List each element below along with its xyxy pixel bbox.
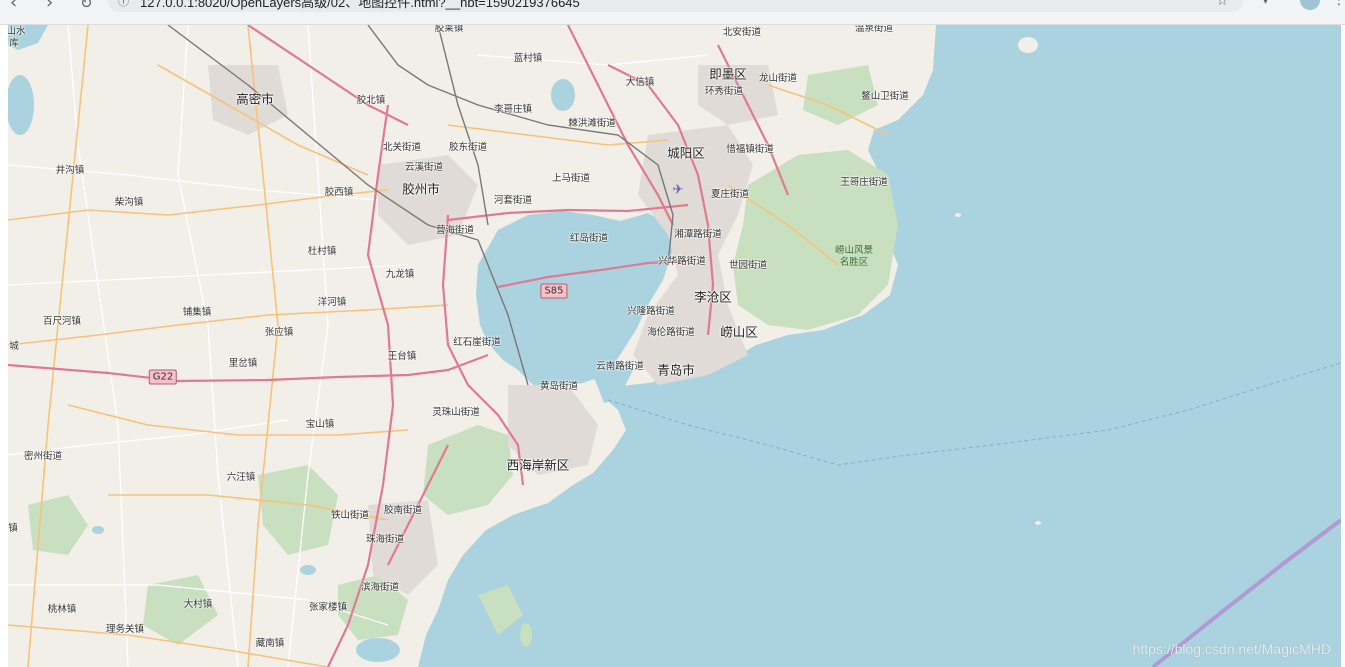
place-label-wangtai: 王台镇 [387,351,417,362]
place-label-zhangjialou: 张家楼镇 [308,602,348,613]
browser-toolbar: ‹ › ↻ ⓘ 127.0.0.1:8020/OpenLayers高级/02、地… [0,0,1345,25]
island [520,623,532,647]
place-label-laoshanpark: 崂山风景 名胜区 [834,245,874,268]
place-label-beiguan: 北关街道 [382,142,422,153]
place-label-chengyang: 城阳区 [667,145,705,161]
place-label-dacun: 大村镇 [183,599,213,610]
place-label-yunnan: 云南路街道 [596,361,644,372]
place-label-lanxin: 蓝村镇 [513,53,543,64]
place-label-hongdao: 红岛街道 [569,233,609,244]
place-label-puji: 铺集镇 [182,307,212,318]
place-label-gaomi: 高密市 [236,91,274,107]
place-label-mizhou: 密州街道 [23,451,63,462]
reload-icon[interactable]: ↻ [80,0,93,12]
address-bar-url[interactable]: 127.0.0.1:8020/OpenLayers高级/02、地图控件.html… [140,0,580,11]
extension-icon[interactable]: ▾ [1262,0,1269,8]
lake [551,79,575,111]
place-label-ligezhuang: 李哥庄镇 [493,104,533,115]
place-label-licang: 李沧区 [694,289,732,305]
bookmark-star-icon[interactable]: ☆ [1216,0,1229,9]
place-label-laoshan: 崂山区 [720,324,758,340]
place-label-wanggezhuang: 王哥庄街道 [840,177,888,188]
place-label-xihaian: 西海岸新区 [506,457,570,473]
place-label-ku: 库 [9,38,19,49]
place-label-shiyuan: 世园街道 [728,260,768,271]
place-label-jiaobei: 胶北镇 [356,95,386,106]
place-label-longshan: 龙山街道 [758,73,798,84]
lake [356,638,400,662]
place-label-aoshanwei: 鳌山卫街道 [861,91,909,102]
place-label-chaigou: 柴沟镇 [114,197,144,208]
place-label-hetao: 河套街道 [493,195,533,206]
island [1018,37,1038,53]
place-label-xiazhuang: 夏庄街道 [710,189,750,200]
place-label-daxin: 大信镇 [625,77,655,88]
place-label-xinghua: 兴华路街道 [658,256,706,267]
place-label-yangkou: 洋河镇 [317,297,347,308]
place-label-liwuguan: 理务关镇 [105,624,145,635]
road-shield-s85: S85 [540,283,568,299]
place-label-yunxi: 云溪街道 [404,162,444,173]
place-label-licha: 里岔镇 [228,358,258,369]
place-label-zhuhai: 珠海街道 [365,534,405,545]
back-arrow-icon[interactable]: ‹ [10,0,17,12]
place-label-zhangying: 张应镇 [264,327,294,338]
place-label-jinggou: 井沟镇 [55,165,85,176]
place-label-xiangtan: 湘潭路街道 [674,229,722,240]
place-label-jiaonan: 胶南街道 [383,505,423,516]
place-label-hongshiya: 红石崖街道 [453,337,501,348]
place-label-wenquan: 温泉街道 [854,25,894,34]
place-label-hailun: 海伦路街道 [647,327,695,338]
place-label-dujia: 杜村镇 [307,246,337,257]
place-label-jiaozhou: 胶州市 [402,181,440,197]
place-label-liuwang: 六汪镇 [226,472,256,483]
watermark: https://blog.csdn.net/MagicMHD [1132,641,1331,657]
map-viewport[interactable]: 高密市 胶州市 城阳区 即墨区 李沧区 崂山区 青岛市 西海岸新区 山水库胶莱镇 蓝村镇 北安街道温… [8,25,1341,667]
airport-icon: ✈ [672,182,684,198]
map-tiles [8,25,1341,667]
place-label-jiaolai: 胶莱镇 [434,25,464,34]
island [955,213,961,217]
place-label-xifu: 惜福镇街道 [726,144,774,155]
place-label-binhai: 滨海街道 [360,582,400,593]
forward-arrow-icon[interactable]: › [46,0,53,12]
place-label-shangma: 上马街道 [551,173,591,184]
place-label-xinglong: 兴隆路街道 [627,306,675,317]
place-label-tieshan: 铁山街道 [330,510,370,521]
place-label-cangnan: 藏南镇 [255,638,285,649]
place-label-jimo: 即墨区 [709,66,747,82]
place-label-lingzhushan: 灵珠山街道 [432,407,480,418]
place-label-qingdao: 青岛市 [657,362,695,378]
place-label-cheng: 城 [9,341,19,352]
profile-avatar[interactable] [1300,0,1320,10]
place-label-jiaodong: 胶东街道 [448,142,488,153]
menu-icon[interactable]: ⋮ [1332,0,1345,8]
info-icon[interactable]: ⓘ [118,0,129,9]
lake [300,565,316,575]
place-label-huangdao: 黄岛街道 [539,381,579,392]
place-label-baoshan: 宝山镇 [305,419,335,430]
place-label-jiulong: 九龙镇 [385,269,415,280]
place-label-yinghai: 营海街道 [435,225,475,236]
place-label-beian: 北安街道 [722,27,762,38]
place-label-baichi: 百尺河镇 [42,316,82,327]
place-label-huanxiu: 环秀街道 [704,86,744,97]
road-shield-g22: G22 [148,369,178,385]
place-label-jiaoxi: 胶西镇 [324,187,354,198]
place-label-taolin: 桃林镇 [47,604,77,615]
place-label-zhen: 镇 [8,523,18,534]
place-label-jihongtan: 棘洪滩街道 [568,118,616,129]
lake [92,526,104,534]
island [1035,521,1041,525]
